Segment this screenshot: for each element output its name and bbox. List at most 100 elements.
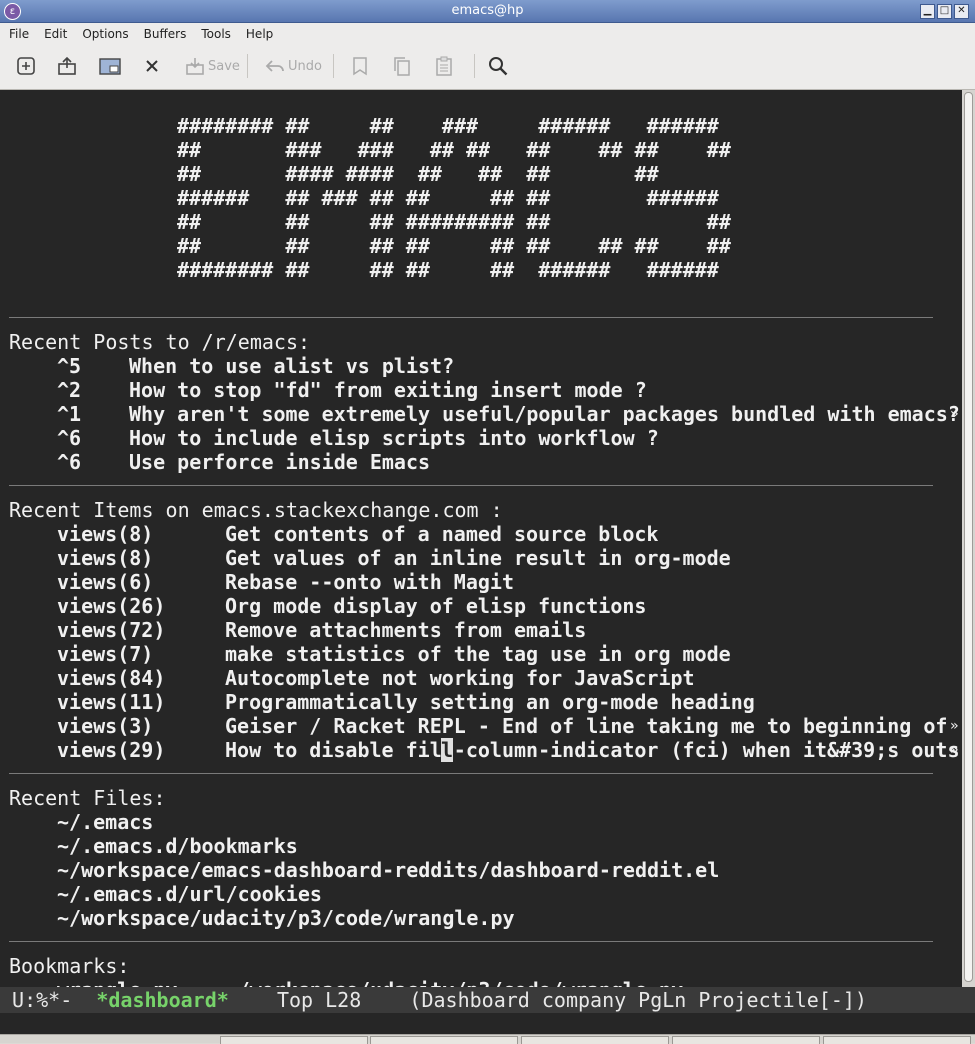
window-titlebar[interactable]: ε emacs@hp ▁ □ ✕ — [0, 0, 975, 23]
paste-button[interactable] — [433, 54, 455, 78]
item-views: views(3) — [57, 714, 154, 738]
mode-line[interactable]: U:%*- *dashboard* Top L28 (Dashboard com… — [0, 987, 975, 1013]
open-directory-button[interactable] — [98, 54, 122, 78]
item-title-link[interactable]: How to disable fill-column-indicator (fc… — [225, 738, 960, 762]
banner-line: ######## ## ## ## ## ###### ###### — [177, 258, 719, 282]
taskbar-item[interactable] — [672, 1036, 820, 1044]
minibuffer[interactable] — [0, 1013, 975, 1034]
item-views: views(6) — [57, 570, 154, 594]
maximize-button[interactable]: □ — [937, 4, 952, 19]
text-cursor: l — [441, 738, 454, 762]
copy-icon — [394, 57, 410, 76]
post-title-link[interactable]: Why aren't some extremely useful/popular… — [129, 402, 960, 426]
toolbar-separator — [247, 54, 248, 78]
search-icon — [489, 57, 508, 76]
item-views: views(84) — [57, 666, 166, 690]
new-file-button[interactable] — [15, 54, 37, 78]
menu-edit[interactable]: Edit — [35, 24, 73, 41]
search-button[interactable] — [487, 54, 509, 78]
modeline-position: Top L28 — [228, 988, 410, 1012]
item-title-link[interactable]: Programmatically setting an org-mode hea… — [225, 690, 755, 714]
menu-help[interactable]: Help — [237, 24, 279, 41]
recent-file-link[interactable]: ~/.emacs — [57, 810, 153, 834]
toolbar-separator — [474, 54, 475, 78]
post-title-link[interactable]: How to include elisp scripts into workfl… — [129, 426, 659, 450]
post-score: ^6 — [57, 450, 82, 474]
post-score: ^1 — [57, 402, 82, 426]
banner-line: ## ### ### ## ## ## ## ## ## — [177, 138, 731, 162]
save-button[interactable]: Save — [184, 54, 240, 78]
section-divider — [9, 941, 933, 942]
save-icon — [186, 58, 204, 75]
item-title-link[interactable]: make statistics of the tag use in org mo… — [225, 642, 731, 666]
bookmarks-heading: Bookmarks: — [9, 954, 130, 978]
item-title-link[interactable]: Org mode display of elisp functions — [225, 594, 646, 618]
recent-file-link[interactable]: ~/.emacs.d/url/cookies — [57, 882, 322, 906]
bookmark-link[interactable]: wrangle.py ~/workspace/udacity/p3/code/w… — [57, 978, 683, 987]
minimize-button[interactable]: ▁ — [920, 4, 935, 19]
open-file-icon — [58, 56, 76, 75]
toolbar: Save Undo — [0, 44, 975, 90]
open-file-button[interactable] — [56, 54, 78, 78]
undo-button[interactable]: Undo — [264, 54, 322, 78]
recent-file-link[interactable]: ~/.emacs.d/bookmarks — [57, 834, 298, 858]
banner-line: ## #### #### ## ## ## ## — [177, 162, 659, 186]
paste-icon — [436, 56, 452, 76]
section-divider — [9, 773, 933, 774]
truncation-arrow-icon: » — [950, 718, 959, 734]
copy-button[interactable] — [391, 54, 413, 78]
modeline-status: U:%*- — [0, 988, 97, 1012]
item-views: views(29) — [57, 738, 166, 762]
post-title-link[interactable]: Use perforce inside Emacs — [129, 450, 430, 474]
item-views: views(8) — [57, 546, 154, 570]
directory-icon — [99, 58, 121, 75]
item-title-link[interactable]: Get values of an inline result in org-mo… — [225, 546, 731, 570]
undo-icon — [265, 60, 284, 72]
close-window-button[interactable]: ✕ — [954, 4, 969, 19]
item-title-link[interactable]: Rebase --onto with Magit — [225, 570, 514, 594]
item-title-link[interactable]: Autocomplete not working for JavaScript — [225, 666, 695, 690]
banner-line: ## ## ## ## ## ## ## ## ## — [177, 234, 731, 258]
save-label: Save — [208, 58, 240, 74]
scrollbar-thumb[interactable] — [964, 92, 973, 982]
taskbar-item[interactable] — [220, 1036, 368, 1044]
vertical-scrollbar[interactable] — [962, 90, 975, 987]
truncation-arrow-icon: » — [950, 406, 959, 422]
menu-buffers[interactable]: Buffers — [135, 24, 193, 41]
item-views: views(72) — [57, 618, 166, 642]
item-title-link[interactable]: Get contents of a named source block — [225, 522, 658, 546]
reddit-heading: Recent Posts to /r/emacs: — [9, 330, 311, 354]
cut-icon — [353, 57, 367, 76]
close-buffer-button[interactable] — [141, 54, 163, 78]
toolbar-separator — [333, 54, 334, 78]
item-title-link[interactable]: Remove attachments from emails — [225, 618, 586, 642]
post-score: ^2 — [57, 378, 82, 402]
window-title: emacs@hp — [451, 3, 524, 18]
item-views: views(8) — [57, 522, 154, 546]
modeline-buffer-name[interactable]: *dashboard* — [96, 988, 228, 1012]
item-views: views(11) — [57, 690, 166, 714]
post-title-link[interactable]: How to stop "fd" from exiting insert mod… — [129, 378, 647, 402]
new-file-icon — [17, 57, 35, 75]
section-divider — [9, 485, 933, 486]
item-views: views(26) — [57, 594, 166, 618]
menu-tools[interactable]: Tools — [192, 24, 237, 41]
section-divider — [9, 317, 933, 318]
recent-file-link[interactable]: ~/workspace/emacs-dashboard-reddits/dash… — [57, 858, 719, 882]
taskbar-item[interactable] — [521, 1036, 669, 1044]
item-title-link[interactable]: Geiser / Racket REPL - End of line takin… — [225, 714, 947, 738]
cut-button[interactable] — [349, 54, 371, 78]
post-title-link[interactable]: When to use alist vs plist? — [129, 354, 454, 378]
menu-options[interactable]: Options — [73, 24, 134, 41]
undo-label: Undo — [288, 58, 322, 74]
dashboard-buffer[interactable]: ######## ## ## ### ###### ###### ## ### … — [0, 90, 962, 987]
taskbar-item[interactable] — [370, 1036, 518, 1044]
banner-line: ## ## ## ######### ## ## — [177, 210, 731, 234]
menu-file[interactable]: File — [0, 24, 35, 41]
recent-file-link[interactable]: ~/workspace/udacity/p3/code/wrangle.py — [57, 906, 515, 930]
menu-bar: File Edit Options Buffers Tools Help — [0, 23, 975, 44]
banner-line: ######## ## ## ### ###### ###### — [177, 114, 719, 138]
stackexchange-heading: Recent Items on emacs.stackexchange.com … — [9, 498, 503, 522]
modeline-modes[interactable]: (Dashboard company PgLn Projectile[-]) — [409, 988, 867, 1012]
taskbar-item[interactable] — [823, 1036, 971, 1044]
